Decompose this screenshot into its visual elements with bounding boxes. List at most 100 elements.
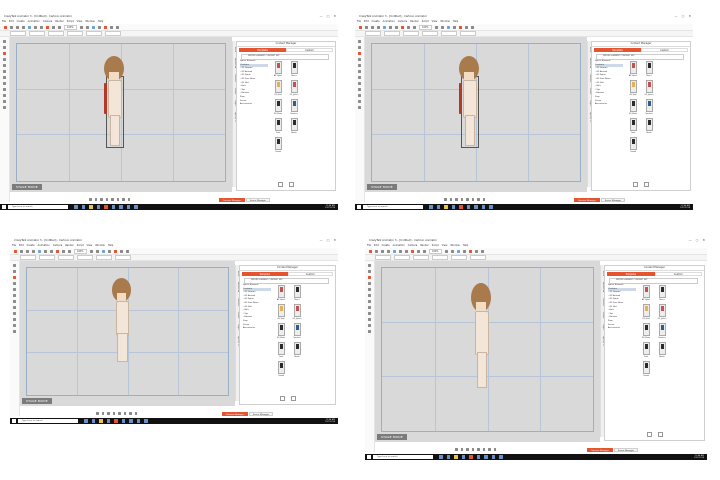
- menu-item[interactable]: Window: [450, 244, 459, 247]
- menu-item[interactable]: Window: [85, 20, 94, 23]
- zoom-select[interactable]: 100%: [419, 24, 432, 30]
- toolbar-tool-icon[interactable]: [95, 249, 99, 253]
- menu-item[interactable]: Script: [432, 244, 439, 247]
- content-thumbnail[interactable]: Shoes: [290, 284, 304, 301]
- content-set-combo[interactable]: SPRITE ELEMENT CONTENT SET: [609, 278, 698, 284]
- transform-field[interactable]: [10, 31, 26, 36]
- toolbar-tool-icon[interactable]: [44, 249, 47, 253]
- taskbar-app-icon[interactable]: [491, 455, 495, 459]
- taskbar-search[interactable]: Type here to search: [8, 204, 68, 210]
- taskbar-app-icon[interactable]: [451, 205, 455, 209]
- content-thumbnail[interactable]: Boots: [655, 341, 669, 358]
- taskbar-app-icon[interactable]: [499, 455, 503, 459]
- transform-field[interactable]: [460, 31, 476, 36]
- minimize-button[interactable]: —: [675, 14, 678, 18]
- tool-icon[interactable]: [368, 324, 371, 327]
- cartoon-character[interactable]: [112, 278, 131, 363]
- tool-icon[interactable]: [13, 294, 16, 297]
- toolbar-tool-icon[interactable]: [103, 25, 107, 29]
- transform-field[interactable]: [20, 255, 36, 260]
- tool-icon[interactable]: [368, 318, 371, 321]
- toolbar-tool-icon[interactable]: [58, 25, 61, 29]
- toolbar-tool-icon[interactable]: [470, 25, 474, 29]
- playback-button[interactable]: [127, 198, 130, 201]
- taskbar-app-icon[interactable]: [106, 419, 110, 423]
- stage-canvas[interactable]: STAGE MODE: [10, 37, 232, 192]
- transform-field[interactable]: [58, 255, 74, 260]
- taskbar-app-icon[interactable]: [469, 455, 473, 459]
- content-thumbnail[interactable]: G3_Shirt: [274, 303, 288, 320]
- tool-icon[interactable]: [358, 46, 361, 49]
- bottom-tab[interactable]: Scene Manager: [245, 198, 270, 202]
- menu-item[interactable]: File: [12, 244, 16, 247]
- tab-template[interactable]: Template: [239, 48, 286, 52]
- taskbar-app-icon[interactable]: [144, 419, 148, 423]
- menu-item[interactable]: Create: [372, 20, 380, 23]
- menu-item[interactable]: File: [2, 20, 6, 23]
- bottom-tab[interactable]: Scene Manager: [600, 198, 625, 202]
- playback-button[interactable]: [96, 412, 99, 415]
- content-thumbnail[interactable]: G3_Shirt: [271, 79, 285, 96]
- content-thumbnail[interactable]: All Styles: [271, 60, 285, 77]
- cartoon-character[interactable]: [104, 56, 124, 147]
- playback-button[interactable]: [118, 412, 121, 415]
- menu-item[interactable]: Render: [410, 20, 419, 23]
- tab-template[interactable]: Template: [607, 272, 655, 276]
- taskbar-app-icon[interactable]: [96, 205, 100, 209]
- transform-field[interactable]: [96, 255, 112, 260]
- transform-field[interactable]: [470, 255, 486, 260]
- delete-content-button[interactable]: [644, 182, 649, 187]
- stage-canvas[interactable]: STAGE MODE: [20, 261, 235, 406]
- tool-icon[interactable]: [3, 52, 6, 55]
- taskbar-app-icon[interactable]: [126, 205, 130, 209]
- transform-field[interactable]: [105, 31, 121, 36]
- content-thumbnail[interactable]: G3_Jacket: [287, 79, 301, 96]
- content-thumbnail[interactable]: Coat: [626, 117, 640, 134]
- stage-canvas[interactable]: STAGE MODE: [365, 37, 587, 192]
- content-thumbnail[interactable]: Shoes: [287, 60, 301, 77]
- toolbar-tool-icon[interactable]: [40, 25, 43, 29]
- menu-item[interactable]: File: [367, 244, 371, 247]
- playback-button[interactable]: [105, 198, 108, 201]
- content-set-combo[interactable]: SPRITE ELEMENT CONTENT SET: [596, 54, 684, 60]
- taskbar-app-icon[interactable]: [129, 419, 133, 423]
- toolbar-tool-icon[interactable]: [34, 25, 37, 29]
- tool-icon[interactable]: [13, 276, 16, 279]
- taskbar-app-icon[interactable]: [436, 205, 440, 209]
- tab-custom[interactable]: Custom: [286, 48, 333, 52]
- toolbar-tool-icon[interactable]: [444, 249, 448, 253]
- close-button[interactable]: ✕: [702, 238, 705, 242]
- maximize-button[interactable]: ▢: [327, 14, 330, 18]
- tree-item[interactable]: Accessories: [595, 103, 623, 107]
- toolbar-tool-icon[interactable]: [68, 249, 71, 253]
- toolbar-tool-icon[interactable]: [56, 249, 59, 253]
- tool-icon[interactable]: [368, 288, 371, 291]
- toolbar-tool-icon[interactable]: [113, 249, 117, 253]
- menu-item[interactable]: Animation: [28, 20, 40, 23]
- transform-field[interactable]: [365, 31, 381, 36]
- tool-icon[interactable]: [13, 306, 16, 309]
- content-thumbnail[interactable]: G3_Jacket: [290, 303, 304, 320]
- menu-item[interactable]: Help: [463, 244, 468, 247]
- windows-start-icon[interactable]: [357, 205, 361, 209]
- menu-item[interactable]: Window: [440, 20, 449, 23]
- toolbar-tool-icon[interactable]: [458, 25, 462, 29]
- tool-icon[interactable]: [13, 288, 16, 291]
- transform-field[interactable]: [384, 31, 400, 36]
- transform-field[interactable]: [39, 255, 55, 260]
- tab-template[interactable]: Template: [594, 48, 641, 52]
- content-thumbnail[interactable]: All Styles: [626, 60, 640, 77]
- cartoon-character[interactable]: [459, 56, 479, 147]
- delete-content-button[interactable]: [290, 396, 296, 401]
- toolbar-tool-icon[interactable]: [4, 25, 7, 29]
- taskbar-app-icon[interactable]: [74, 205, 78, 209]
- toolbar-tool-icon[interactable]: [446, 25, 450, 29]
- menu-item[interactable]: Render: [65, 244, 74, 247]
- transform-field[interactable]: [67, 31, 83, 36]
- tool-icon[interactable]: [368, 300, 371, 303]
- content-thumbnail[interactable]: Coat: [274, 341, 288, 358]
- menu-item[interactable]: Help: [453, 20, 458, 23]
- transform-field[interactable]: [29, 31, 45, 36]
- menu-item[interactable]: Camera: [398, 20, 407, 23]
- windows-start-icon[interactable]: [2, 205, 6, 209]
